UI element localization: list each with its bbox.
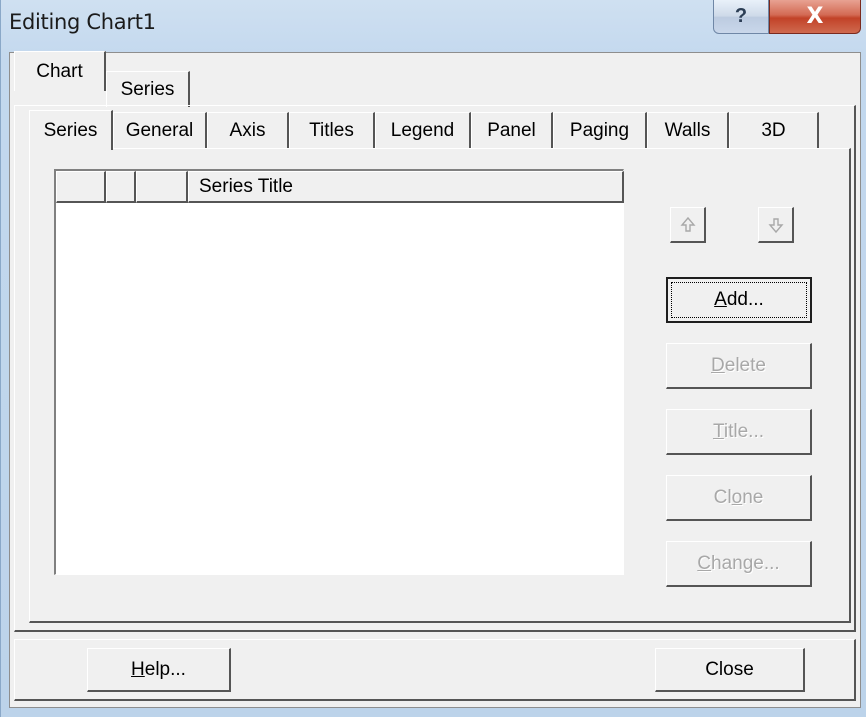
tab-walls-label: Walls bbox=[664, 119, 711, 141]
window-close-button[interactable]: X bbox=[769, 0, 861, 34]
help-button[interactable]: Help... bbox=[87, 648, 231, 692]
tab-chart[interactable]: Chart bbox=[14, 51, 106, 91]
window-title: Editing Chart1 bbox=[9, 10, 156, 34]
tab-series-outer[interactable]: Series bbox=[106, 71, 190, 107]
tab-legend[interactable]: Legend bbox=[375, 112, 471, 148]
arrow-down-icon bbox=[767, 217, 784, 233]
tab-paging[interactable]: Paging bbox=[553, 112, 647, 148]
title-button[interactable]: Title... bbox=[666, 409, 812, 455]
tab-series-label: Series bbox=[43, 119, 98, 141]
tab-series-outer-label: Series bbox=[120, 78, 175, 100]
tab-general-label: General bbox=[125, 119, 194, 141]
title-bar[interactable]: Editing Chart1 ? X bbox=[1, 0, 866, 52]
tab-3d-label: 3D bbox=[761, 119, 786, 141]
change-button[interactable]: Change... bbox=[666, 541, 812, 587]
tab-titles-label: Titles bbox=[309, 119, 354, 141]
tab-3d[interactable]: 3D bbox=[729, 112, 819, 148]
dialog-button-bar: Help... Close bbox=[14, 639, 856, 701]
close-icon: X bbox=[806, 4, 824, 29]
column-header-check[interactable] bbox=[56, 171, 106, 203]
tab-axis-label: Axis bbox=[229, 119, 266, 141]
tab-panel[interactable]: Panel bbox=[471, 112, 553, 148]
tab-paging-label: Paging bbox=[569, 119, 630, 141]
close-button[interactable]: Close bbox=[655, 648, 805, 692]
change-button-label: Change... bbox=[697, 552, 780, 574]
tab-titles[interactable]: Titles bbox=[289, 112, 375, 148]
series-list-body[interactable] bbox=[56, 203, 623, 574]
column-header-color[interactable] bbox=[136, 171, 188, 203]
column-header-series-title-label: Series Title bbox=[199, 175, 293, 197]
clone-button[interactable]: Clone bbox=[666, 475, 812, 521]
tab-walls[interactable]: Walls bbox=[647, 112, 729, 148]
tab-series[interactable]: Series bbox=[29, 110, 113, 150]
move-down-button[interactable] bbox=[758, 207, 794, 243]
dialog-client-area: Chart Series Series General Axis Titles … bbox=[9, 51, 861, 708]
tab-panel-label: Panel bbox=[487, 119, 536, 141]
context-help-button[interactable]: ? bbox=[713, 0, 769, 34]
add-button[interactable]: Add... bbox=[666, 277, 812, 323]
tab-legend-label: Legend bbox=[390, 119, 455, 141]
tab-general[interactable]: General bbox=[113, 112, 207, 148]
focus-rectangle bbox=[671, 282, 807, 318]
move-up-button[interactable] bbox=[670, 207, 706, 243]
arrow-up-icon bbox=[679, 216, 696, 232]
title-button-label: Title... bbox=[712, 420, 765, 442]
close-button-label: Close bbox=[705, 658, 754, 680]
column-header-series-title[interactable]: Series Title bbox=[188, 171, 624, 203]
chart-tab-panel: Series General Axis Titles Legend Panel … bbox=[14, 105, 856, 632]
help-button-label: Help... bbox=[131, 658, 186, 680]
delete-button[interactable]: Delete bbox=[666, 343, 812, 389]
series-list[interactable]: Series Title bbox=[54, 169, 624, 575]
column-header-icon[interactable] bbox=[106, 171, 136, 203]
dialog-window: Editing Chart1 ? X Chart Series Series G… bbox=[0, 0, 866, 717]
tab-axis[interactable]: Axis bbox=[207, 112, 289, 148]
question-mark-icon: ? bbox=[734, 5, 748, 27]
series-list-header: Series Title bbox=[56, 171, 624, 203]
clone-button-label: Clone bbox=[713, 486, 764, 508]
tab-chart-label: Chart bbox=[36, 60, 83, 82]
series-tab-panel: Series Title Add... Delete Title... Clon… bbox=[29, 148, 851, 623]
delete-button-label: Delete bbox=[711, 354, 766, 376]
